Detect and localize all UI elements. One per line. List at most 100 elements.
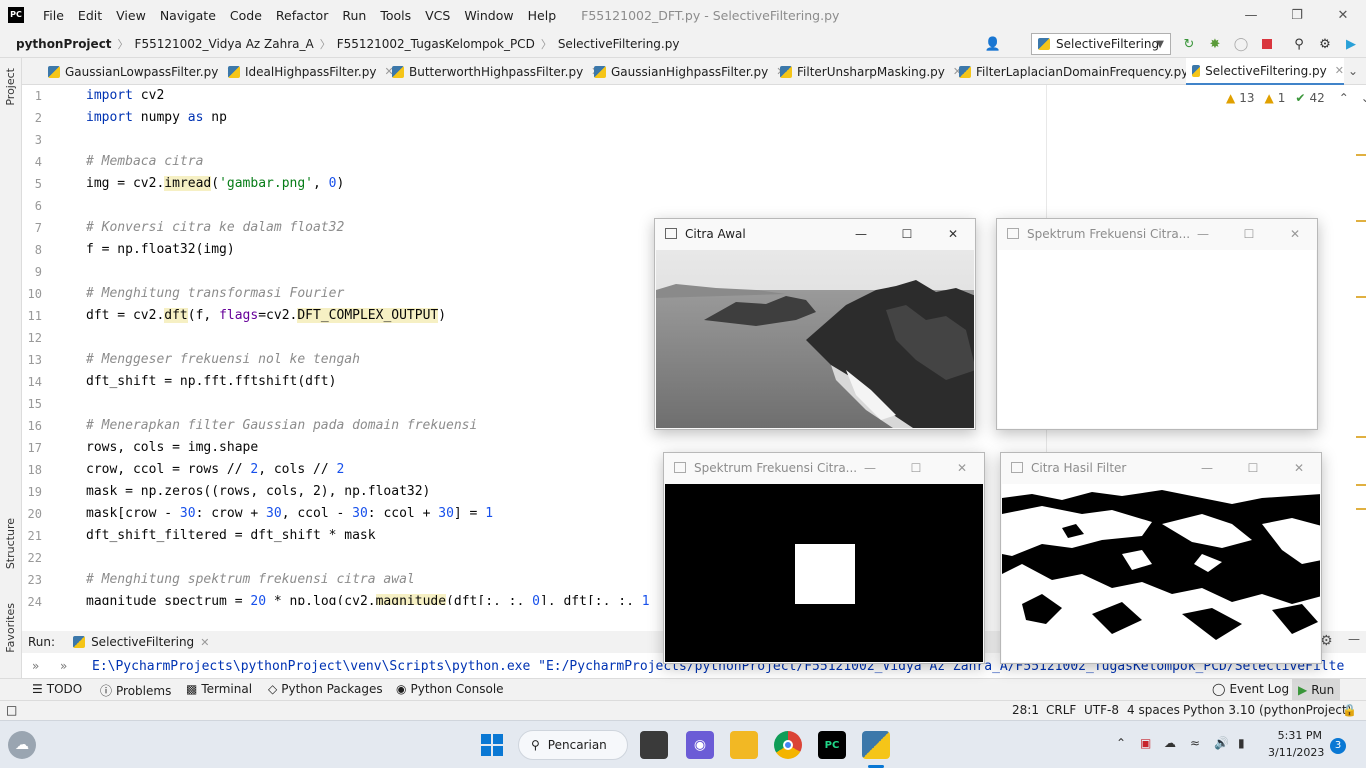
expand-icon[interactable]: » xyxy=(60,659,67,673)
maximize-button[interactable]: ☐ xyxy=(894,453,938,483)
notification-badge[interactable]: 3 xyxy=(1330,738,1346,754)
lock-icon[interactable]: 🔒 xyxy=(1342,703,1357,717)
breadcrumb-project[interactable]: pythonProject xyxy=(12,37,116,51)
run-tab-label[interactable]: SelectiveFiltering xyxy=(91,635,194,649)
pycharm-icon[interactable]: PC xyxy=(818,731,846,759)
windows-start-icon[interactable] xyxy=(478,731,506,759)
menu-file[interactable]: File xyxy=(36,8,71,23)
menu-help[interactable]: Help xyxy=(521,8,564,23)
run-config-select[interactable]: SelectiveFiltering ▼ xyxy=(1031,33,1171,55)
close-button[interactable]: ✕ xyxy=(940,453,984,483)
tab-filter-laplacian[interactable]: FilterLaplacianDomainFrequency.py ✕ xyxy=(953,58,1206,85)
spektrum-window-top[interactable]: Spektrum Frekuensi Citra... — ☐ ✕ xyxy=(996,218,1318,430)
citra-hasil-filter-window[interactable]: Citra Hasil Filter — ☐ ✕ xyxy=(1000,452,1322,664)
expand-icon[interactable]: » xyxy=(32,659,39,673)
indent-setting[interactable]: 4 spaces xyxy=(1127,703,1180,717)
maximize-button[interactable]: ☐ xyxy=(1227,219,1271,249)
python-interpreter[interactable]: Python 3.10 (pythonProject) xyxy=(1183,703,1351,717)
minimize-button[interactable]: — xyxy=(839,219,883,249)
debug-icon[interactable]: ✸ xyxy=(1207,36,1223,52)
line-separator[interactable]: CRLF xyxy=(1046,703,1076,717)
minimize-button[interactable]: — xyxy=(848,453,892,483)
menu-refactor[interactable]: Refactor xyxy=(269,8,335,23)
close-icon[interactable]: ✕ xyxy=(200,636,209,649)
weak-warning-icon: ▲ xyxy=(1264,91,1274,105)
terminal-tool-button[interactable]: ▩ Terminal xyxy=(186,682,252,696)
tab-gaussian-lowpass[interactable]: GaussianLowpassFilter.py ✕ xyxy=(42,58,236,85)
tab-gaussian-highpass[interactable]: GaussianHighpassFilter.py ✕ xyxy=(588,58,785,85)
citra-awal-window[interactable]: Citra Awal — ☐ ✕ xyxy=(654,218,976,430)
inspection-widget[interactable]: ▲ 13 ▲ 1 ✔ 42 ⌃ ⌄ xyxy=(1226,90,1366,106)
clock-time[interactable]: 5:31 PM xyxy=(1272,729,1322,742)
meet-icon[interactable]: ◉ xyxy=(686,731,714,759)
coverage-icon[interactable]: ◯ xyxy=(1233,36,1249,52)
close-icon[interactable]: ✕ xyxy=(1335,64,1344,77)
favorites-tool-button[interactable]: Favorites xyxy=(4,603,17,653)
python-console-tool-button[interactable]: ◉ Python Console xyxy=(396,682,504,696)
file-explorer-icon[interactable] xyxy=(730,731,758,759)
chevron-up-icon[interactable]: ⌃ xyxy=(1339,91,1349,105)
menu-edit[interactable]: Edit xyxy=(71,8,109,23)
minimize-button[interactable]: — xyxy=(1185,453,1229,483)
restore-button[interactable]: ❐ xyxy=(1274,0,1320,30)
tab-ideal-highpass[interactable]: IdealHighpassFilter.py ✕ xyxy=(222,58,394,85)
tab-filter-unsharp[interactable]: FilterUnsharpMasking.py ✕ xyxy=(774,58,962,85)
clock-date[interactable]: 3/11/2023 xyxy=(1268,746,1324,759)
line-number: 4 xyxy=(34,155,42,169)
user-icon[interactable]: 👤 xyxy=(985,36,1001,52)
menu-run[interactable]: Run xyxy=(335,8,373,23)
close-button[interactable]: ✕ xyxy=(931,219,975,249)
weather-icon[interactable]: ☁ xyxy=(8,731,36,759)
menu-tools[interactable]: Tools xyxy=(373,8,418,23)
search-icon[interactable]: ⚲ xyxy=(1291,36,1307,52)
structure-tool-button[interactable]: Structure xyxy=(4,518,17,569)
menu-navigate[interactable]: Navigate xyxy=(153,8,223,23)
cloud-icon[interactable]: ☁ xyxy=(1164,736,1176,750)
code-comment: # Membaca citra xyxy=(86,154,204,169)
todo-tool-button[interactable]: ☰ TODO xyxy=(32,682,82,696)
project-tool-button[interactable]: Project xyxy=(4,68,17,106)
close-button[interactable]: ✕ xyxy=(1320,0,1366,30)
menu-view[interactable]: View xyxy=(109,8,153,23)
problems-tool-button[interactable]: ⓘ Problems xyxy=(100,682,171,699)
maximize-button[interactable]: ☐ xyxy=(1231,453,1275,483)
task-view-icon[interactable] xyxy=(640,731,668,759)
stop-icon[interactable] xyxy=(1259,36,1275,52)
rerun-icon[interactable]: ↻ xyxy=(1181,36,1197,52)
run-tool-button[interactable]: ▶ Run xyxy=(1292,679,1341,701)
taskbar-search[interactable]: ⚲ Pencarian xyxy=(518,730,628,760)
python-packages-tool-button[interactable]: ◇ Python Packages xyxy=(268,682,383,696)
close-button[interactable]: ✕ xyxy=(1273,219,1317,249)
breadcrumb-folder-2[interactable]: F55121002_TugasKelompok_PCD xyxy=(333,37,539,51)
tray-app-icon[interactable]: ▣ xyxy=(1140,736,1151,750)
maximize-button[interactable]: ☐ xyxy=(885,219,929,249)
event-log-tool-button[interactable]: ◯ Event Log xyxy=(1212,682,1289,696)
spektrum-window-bottom[interactable]: Spektrum Frekuensi Citra... — ☐ ✕ xyxy=(663,452,985,664)
chevron-down-icon[interactable]: ⌄ xyxy=(1361,91,1366,105)
layout-icon[interactable]: □ xyxy=(6,703,17,717)
hide-panel-icon[interactable]: — xyxy=(1348,632,1360,646)
python-app-icon[interactable] xyxy=(862,731,890,759)
speaker-icon[interactable]: 🔊 xyxy=(1214,736,1229,750)
gear-icon[interactable]: ⚙ xyxy=(1317,36,1333,52)
breadcrumb-folder-1[interactable]: F55121002_Vidya Az Zahra_A xyxy=(131,37,318,51)
menu-window[interactable]: Window xyxy=(457,8,520,23)
chevron-up-icon[interactable]: ⌃ xyxy=(1116,736,1126,750)
close-button[interactable]: ✕ xyxy=(1277,453,1321,483)
wifi-icon[interactable]: ≈ xyxy=(1190,736,1200,750)
problems-icon: ⓘ xyxy=(100,684,113,698)
plugin-icon[interactable]: ▶ xyxy=(1343,36,1359,52)
minimize-button[interactable]: — xyxy=(1181,219,1225,249)
breadcrumb-file[interactable]: SelectiveFiltering.py xyxy=(554,37,684,51)
tab-list-chevron-icon[interactable]: ⌄ xyxy=(1348,64,1358,78)
tab-selective-filtering[interactable]: SelectiveFiltering.py ✕ xyxy=(1186,58,1344,85)
code-line: crow, ccol = rows // 2, cols // 2 xyxy=(86,462,345,477)
tab-butterworth-highpass[interactable]: ButterworthHighpassFilter.py ✕ xyxy=(386,58,600,85)
menu-vcs[interactable]: VCS xyxy=(418,8,457,23)
menu-code[interactable]: Code xyxy=(223,8,269,23)
caret-position[interactable]: 28:1 xyxy=(1012,703,1039,717)
battery-icon[interactable]: ▮ xyxy=(1238,736,1245,750)
chrome-icon[interactable] xyxy=(774,731,802,759)
file-encoding[interactable]: UTF-8 xyxy=(1084,703,1119,717)
minimize-button[interactable]: — xyxy=(1228,0,1274,30)
